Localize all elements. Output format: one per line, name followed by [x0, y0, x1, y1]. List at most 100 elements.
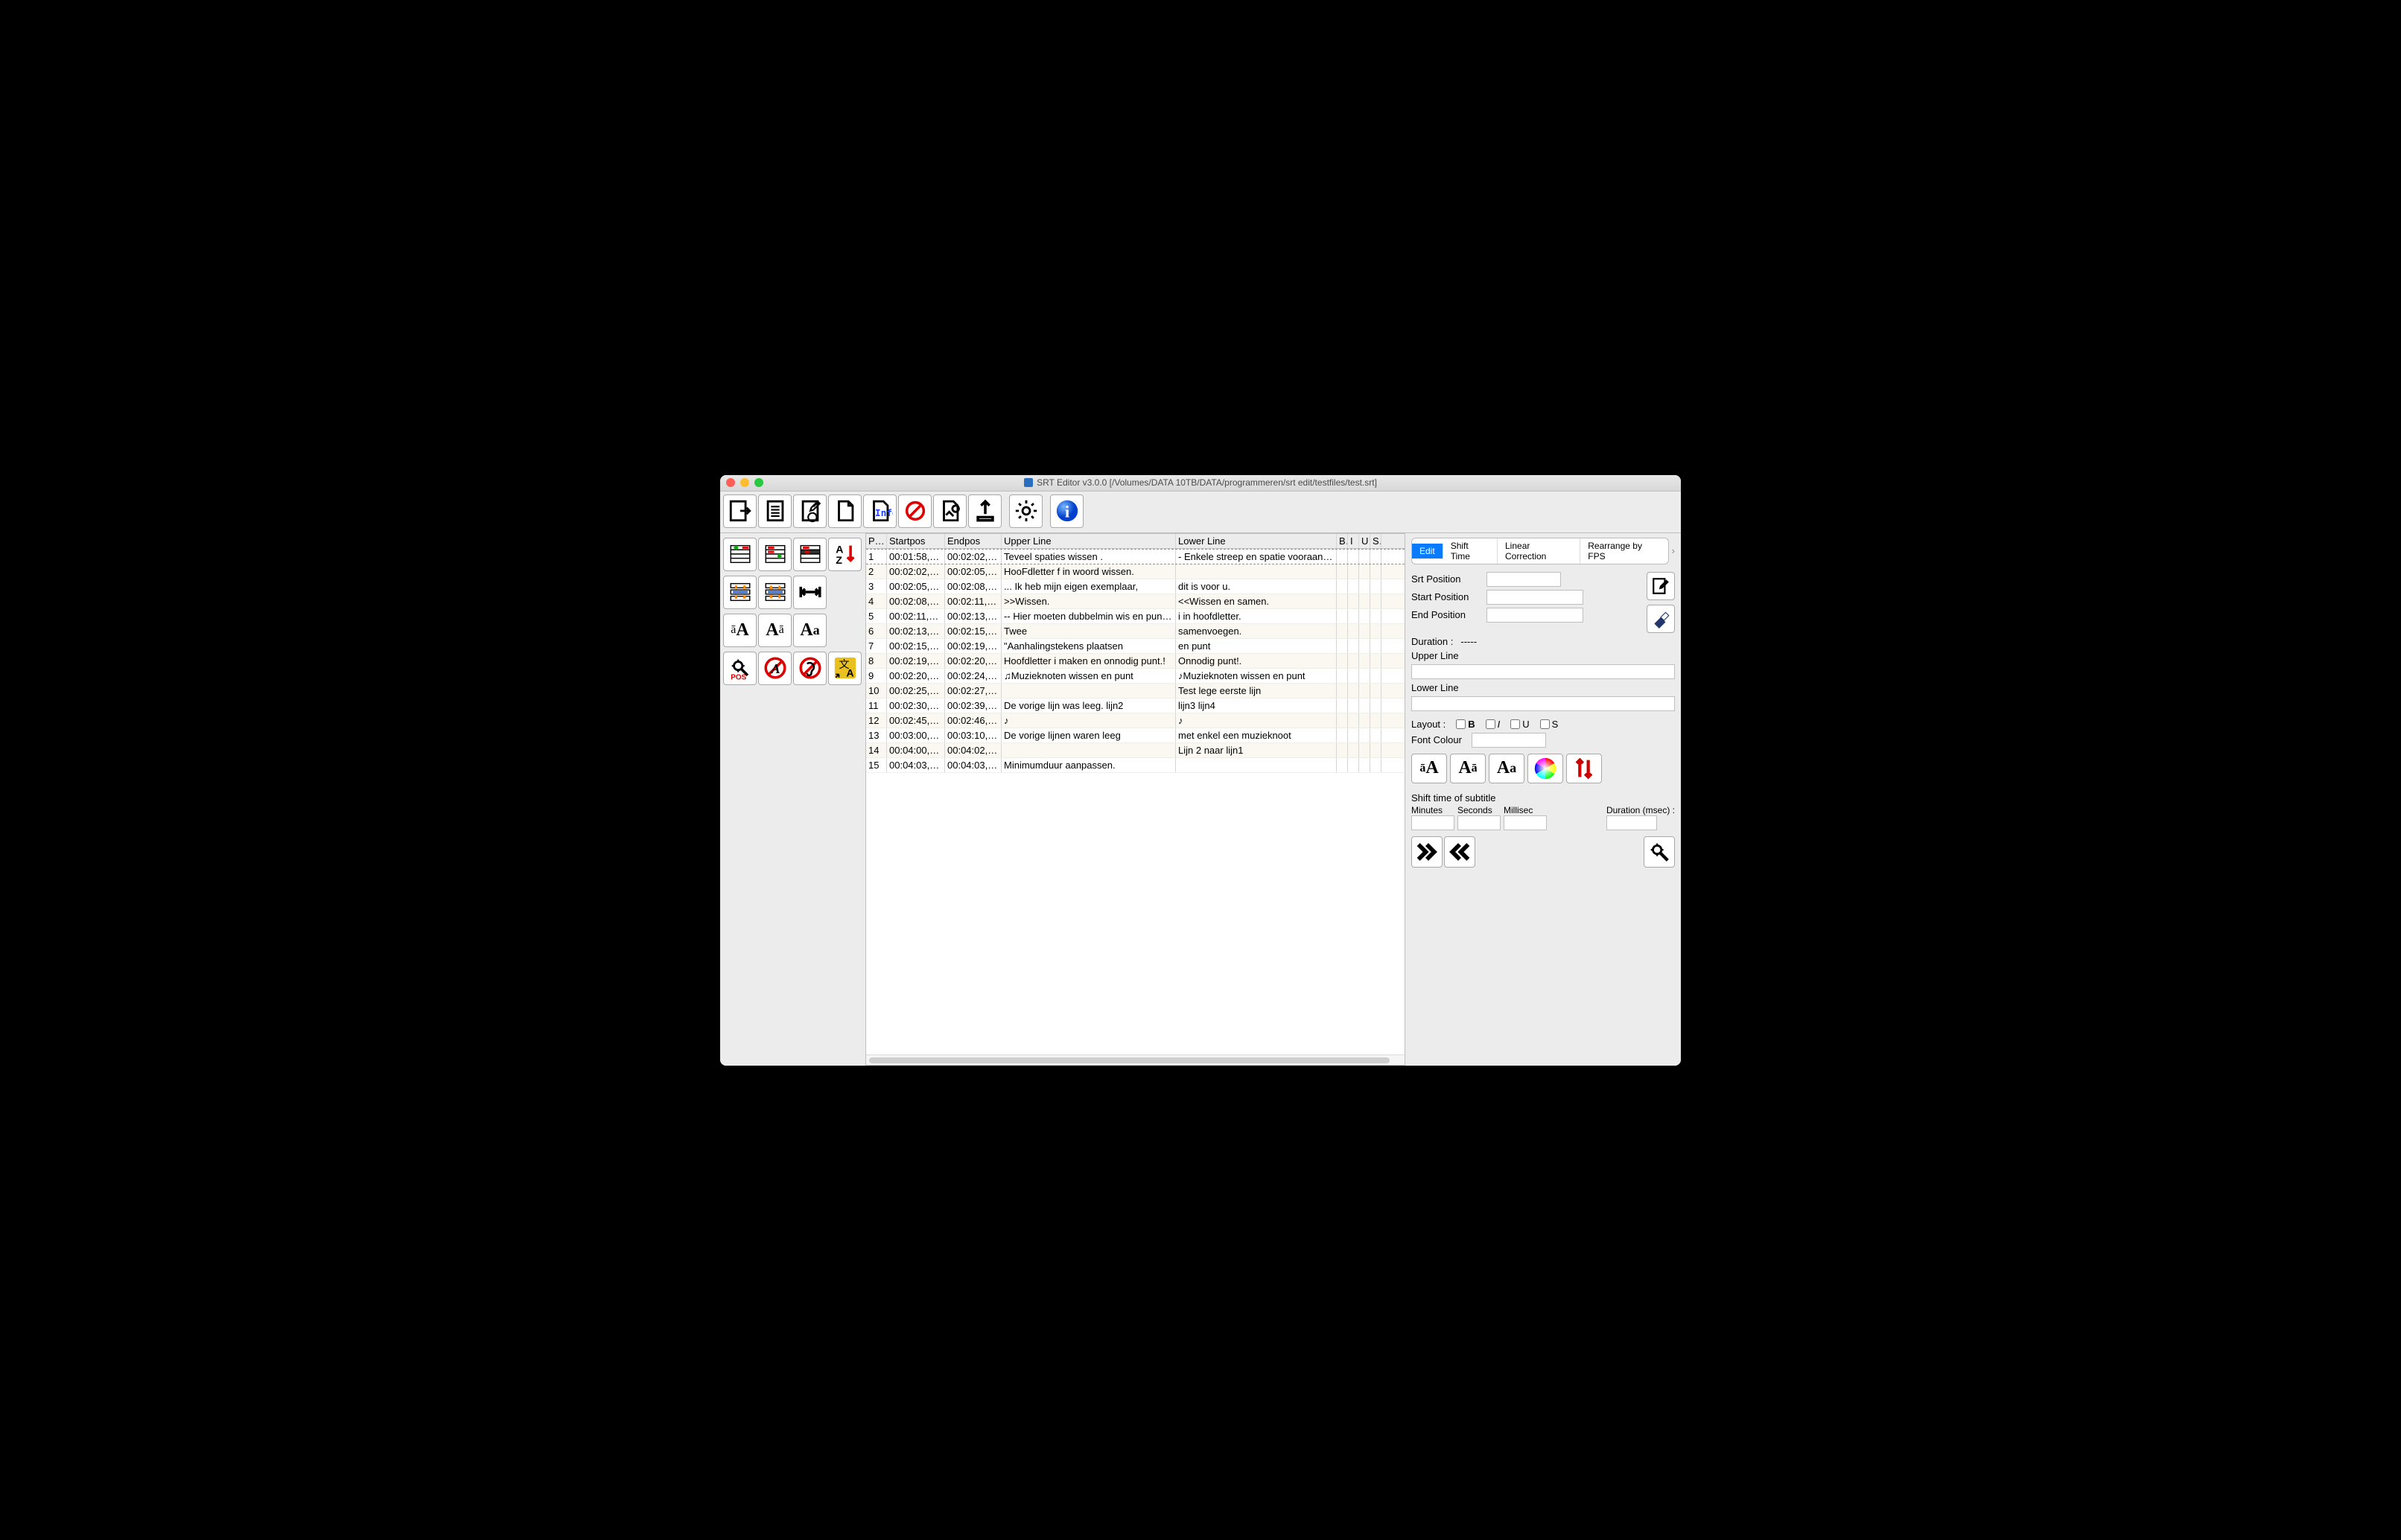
- col-u[interactable]: U: [1359, 534, 1370, 548]
- erase-entry-button[interactable]: [1647, 605, 1675, 633]
- table-row[interactable]: 1300:03:00,45600:03:10,885De vorige lijn…: [866, 728, 1405, 743]
- fix-positions-button[interactable]: POS: [723, 652, 757, 685]
- insert-row-before-button[interactable]: [723, 538, 757, 571]
- strikethrough-checkbox[interactable]: S: [1540, 719, 1559, 730]
- swap-lines-button[interactable]: [1566, 754, 1602, 783]
- to-uppercase-button[interactable]: Aā: [758, 614, 792, 647]
- new-file-button[interactable]: [828, 494, 862, 528]
- col-endpos[interactable]: Endpos: [945, 534, 1002, 548]
- insert-row-after-button[interactable]: [758, 538, 792, 571]
- tab-edit[interactable]: Edit: [1412, 544, 1443, 559]
- case-toggle-button[interactable]: Aa: [793, 614, 827, 647]
- tabs-overflow-icon[interactable]: ›: [1672, 545, 1675, 556]
- table-row[interactable]: 1200:02:45,87500:02:46,365♪♪: [866, 713, 1405, 728]
- export-button[interactable]: [723, 494, 757, 528]
- shift-backward-button[interactable]: [1444, 836, 1475, 868]
- remove-hearing-impaired-button[interactable]: [793, 652, 827, 685]
- tab-shift-time[interactable]: Shift Time: [1443, 538, 1498, 564]
- document-button[interactable]: [758, 494, 792, 528]
- table-row[interactable]: 900:02:20,87500:02:24,143♫Muzieknoten wi…: [866, 669, 1405, 684]
- upload-button[interactable]: [968, 494, 1002, 528]
- svg-text:Z: Z: [836, 555, 842, 567]
- remove-formatting-button[interactable]: A: [758, 652, 792, 685]
- upper-line-input[interactable]: [1411, 664, 1675, 679]
- info-button[interactable]: Info: [863, 494, 897, 528]
- start-position-input[interactable]: [1486, 590, 1583, 605]
- lower-line-input[interactable]: [1411, 696, 1675, 711]
- font-colour-input[interactable]: [1472, 733, 1546, 748]
- table-row[interactable]: 1400:04:00,00000:04:02,562Lijn 2 naar li…: [866, 743, 1405, 758]
- merge-rows-button[interactable]: [758, 576, 792, 609]
- tab-linear-correction[interactable]: Linear Correction: [1498, 538, 1580, 564]
- about-button[interactable]: i: [1050, 494, 1084, 528]
- shift-forward-button[interactable]: [1411, 836, 1443, 868]
- split-row-button[interactable]: [723, 576, 757, 609]
- cell-start: 00:02:30,900: [887, 699, 945, 713]
- duration-msec-input[interactable]: [1606, 815, 1657, 830]
- panel-uppercase-button[interactable]: Aā: [1450, 754, 1486, 783]
- underline-checkbox[interactable]: U: [1510, 719, 1529, 730]
- panel-lowercase-button[interactable]: āA: [1411, 754, 1447, 783]
- col-startpos[interactable]: Startpos: [887, 534, 945, 548]
- bold-checkbox[interactable]: B: [1456, 719, 1475, 730]
- shift-minutes-input[interactable]: [1411, 815, 1454, 830]
- cell-start: 00:02:05,693: [887, 579, 945, 594]
- cell-start: 00:04:00,000: [887, 743, 945, 757]
- panel-case-button[interactable]: Aa: [1489, 754, 1524, 783]
- cell-pos: 15: [866, 758, 887, 772]
- cell-upper: [1002, 743, 1176, 757]
- fix-all-button[interactable]: [933, 494, 967, 528]
- table-row[interactable]: 400:02:08,52900:02:11,465>>Wissen.<<Wiss…: [866, 594, 1405, 609]
- col-lower[interactable]: Lower Line: [1176, 534, 1337, 548]
- edit-entry-button[interactable]: [1647, 572, 1675, 600]
- upper-line-label: Upper Line: [1411, 650, 1675, 661]
- srt-position-input[interactable]: [1486, 572, 1561, 587]
- col-s[interactable]: S: [1370, 534, 1381, 548]
- settings-button[interactable]: [1009, 494, 1043, 528]
- col-upper[interactable]: Upper Line: [1002, 534, 1176, 548]
- table-row[interactable]: 300:02:05,69300:02:08,429... Ik heb mijn…: [866, 579, 1405, 594]
- svg-text:Info: Info: [874, 508, 892, 519]
- table-row[interactable]: 1500:04:03,00000:04:03,500Minimumduur aa…: [866, 758, 1405, 773]
- cell-start: 00:02:11,565: [887, 609, 945, 623]
- colour-picker-button[interactable]: [1527, 754, 1563, 783]
- delete-row-button[interactable]: [793, 538, 827, 571]
- save-button[interactable]: [793, 494, 827, 528]
- sort-button[interactable]: AZ: [828, 538, 862, 571]
- tab-rearrange-fps[interactable]: Rearrange by FPS: [1580, 538, 1667, 564]
- cell-start: 00:01:58,551: [887, 550, 945, 564]
- table-row[interactable]: 600:02:13,73300:02:15,803Tweesamenvoegen…: [866, 624, 1405, 639]
- cell-lower: ♪: [1176, 713, 1337, 728]
- cell-lower: [1176, 758, 1337, 772]
- table-row[interactable]: 700:02:15,90300:02:19,273"Aanhalingsteke…: [866, 639, 1405, 654]
- apply-duration-button[interactable]: [1644, 836, 1675, 868]
- svg-text:POS: POS: [731, 674, 746, 681]
- end-position-input[interactable]: [1486, 608, 1583, 623]
- stretch-button[interactable]: [793, 576, 827, 609]
- cell-start: 00:04:03,000: [887, 758, 945, 772]
- table-row[interactable]: 200:02:02,15600:02:05,593HooFdletter f i…: [866, 564, 1405, 579]
- cell-end: 00:02:02,056: [945, 550, 1002, 564]
- cell-upper: ... Ik heb mijn eigen exemplaar,: [1002, 579, 1176, 594]
- table-row[interactable]: 500:02:11,56500:02:13,198-- Hier moeten …: [866, 609, 1405, 624]
- italic-checkbox[interactable]: I: [1486, 719, 1501, 730]
- table-row[interactable]: 800:02:19,37300:02:20,775Hoofdletter i m…: [866, 654, 1405, 669]
- col-b[interactable]: B: [1337, 534, 1348, 548]
- cell-pos: 5: [866, 609, 887, 623]
- shift-millisec-input[interactable]: [1504, 815, 1547, 830]
- col-i[interactable]: I: [1348, 534, 1359, 548]
- table-row[interactable]: 1000:02:25,23400:02:27,333Test lege eers…: [866, 684, 1405, 699]
- col-pos[interactable]: Pos: [866, 534, 887, 548]
- translate-button[interactable]: 文A: [828, 652, 862, 685]
- shift-seconds-input[interactable]: [1457, 815, 1501, 830]
- cell-upper: Teveel spaties wissen .: [1002, 550, 1176, 564]
- cell-end: 00:02:13,198: [945, 609, 1002, 623]
- table-body[interactable]: 100:01:58,55100:02:02,056Teveel spaties …: [866, 549, 1405, 1054]
- to-lowercase-button[interactable]: āA: [723, 614, 757, 647]
- cell-lower: met enkel een muzieknoot: [1176, 728, 1337, 742]
- horizontal-scrollbar[interactable]: [866, 1054, 1405, 1065]
- table-row[interactable]: 100:01:58,55100:02:02,056Teveel spaties …: [866, 549, 1405, 564]
- cell-lower: i in hoofdletter.: [1176, 609, 1337, 623]
- delete-button[interactable]: [898, 494, 932, 528]
- table-row[interactable]: 1100:02:30,90000:02:39,635De vorige lijn…: [866, 699, 1405, 713]
